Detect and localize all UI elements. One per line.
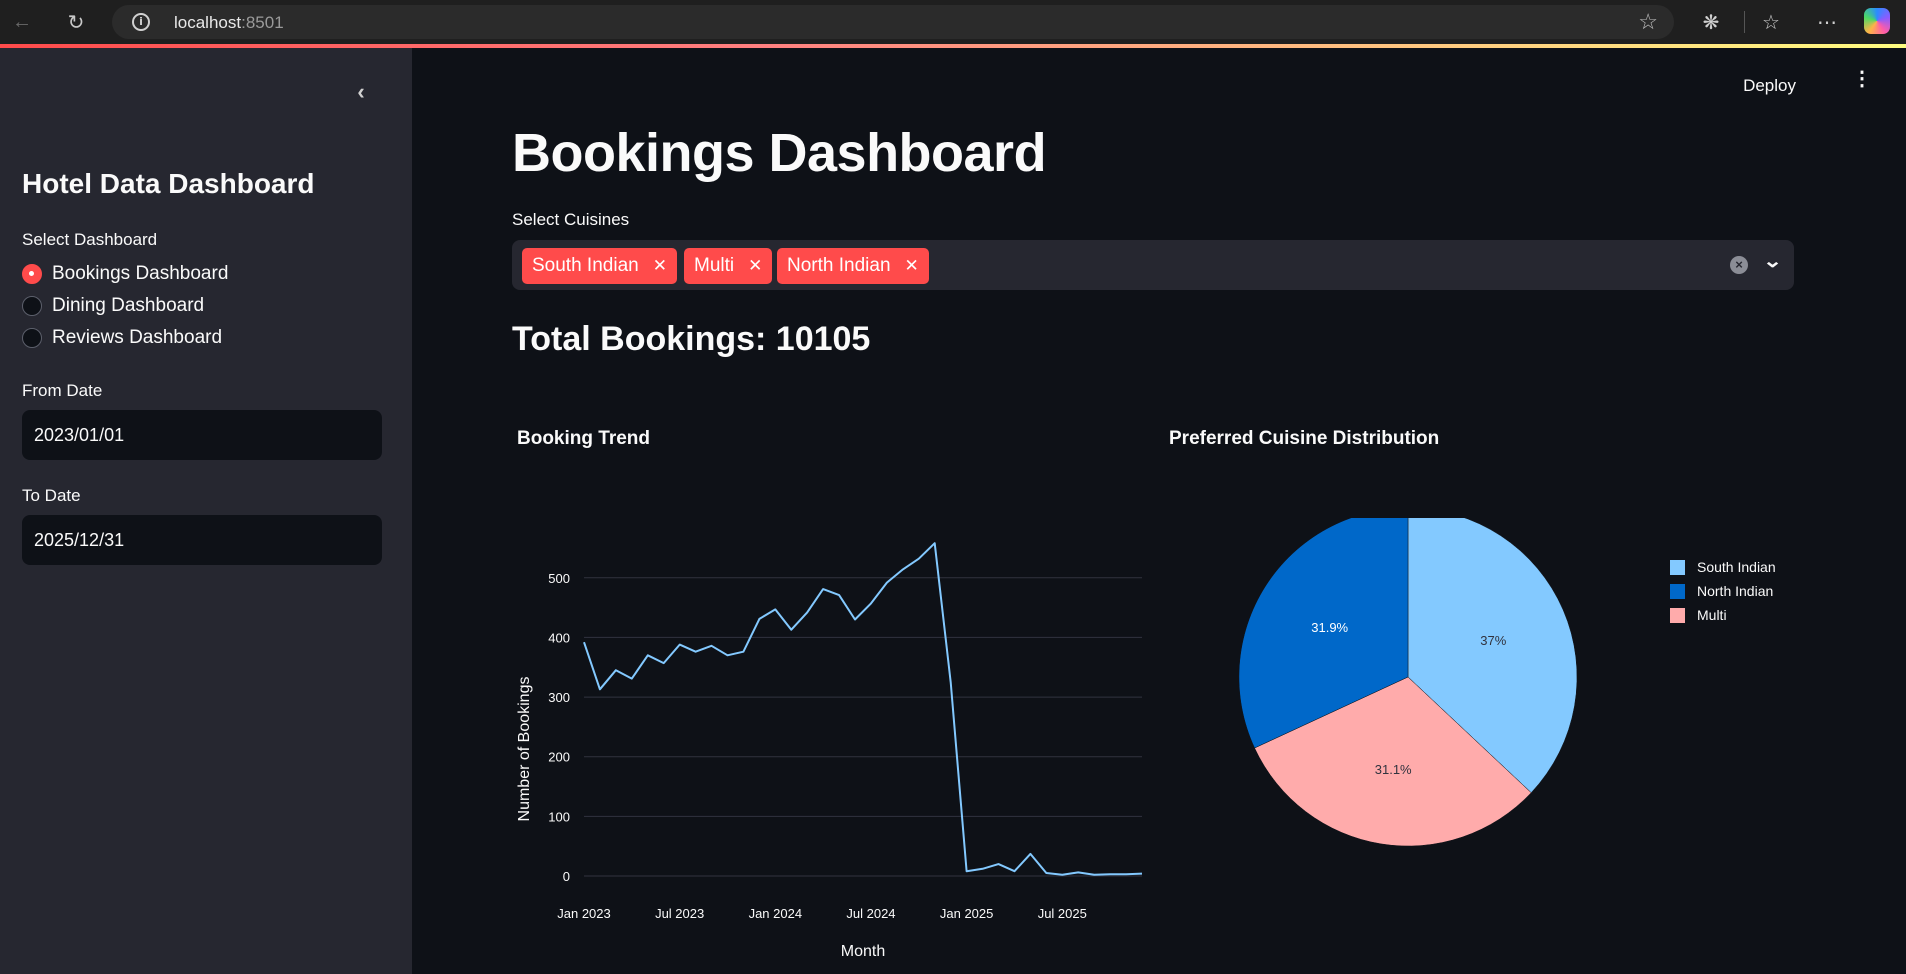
pie-percent-label: 31.9% — [1311, 620, 1348, 635]
favorite-star-icon[interactable]: ☆ — [1638, 9, 1658, 35]
select-cuisines-label: Select Cuisines — [512, 210, 630, 229]
copilot-icon[interactable] — [1864, 8, 1890, 34]
from-date-input[interactable]: 2023/01/01 — [22, 410, 382, 460]
to-date-label: To Date — [22, 486, 81, 505]
sidebar-title: Hotel Data Dashboard — [22, 168, 315, 199]
pie-percent-label: 31.1% — [1375, 762, 1412, 777]
cuisine-distribution-title: Preferred Cuisine Distribution — [1169, 428, 1440, 449]
radio-selected-icon — [22, 264, 42, 284]
radio-label: Reviews Dashboard — [52, 327, 223, 348]
select-dashboard-label: Select Dashboard — [22, 230, 158, 249]
tag-label: North Indian — [787, 255, 891, 276]
y-tick-label: 100 — [548, 809, 570, 824]
x-tick-label: Jan 2025 — [940, 906, 994, 921]
legend-swatch — [1670, 608, 1685, 623]
remove-tag-icon[interactable]: ✕ — [748, 256, 762, 276]
radio-bookings-dashboard[interactable]: Bookings Dashboard — [22, 260, 228, 288]
radio-unselected-icon — [22, 328, 42, 348]
sidebar: ‹ Hotel Data Dashboard Select Dashboard … — [0, 48, 412, 974]
tag-label: Multi — [694, 255, 735, 276]
series-line-bookings — [583, 542, 1143, 876]
total-bookings-heading: Total Bookings: 10105 — [512, 320, 871, 358]
y-tick-label: 0 — [563, 869, 570, 884]
x-tick-label: Jul 2023 — [655, 906, 704, 921]
radio-dining-dashboard[interactable]: Dining Dashboard — [22, 292, 204, 320]
more-menu-icon[interactable]: ⋯ — [1812, 7, 1842, 37]
remove-tag-icon[interactable]: ✕ — [653, 256, 667, 276]
booking-trend-chart[interactable]: 0 100 200 300 400 500 Jan 2023 Jul 2023 Jan 2024… — [512, 518, 1152, 958]
x-axis-label: Month — [841, 943, 885, 958]
reload-icon[interactable]: ↻ — [62, 8, 90, 36]
from-date-label: From Date — [22, 381, 103, 400]
back-icon[interactable]: ← — [8, 8, 36, 36]
x-tick-label: Jan 2024 — [749, 906, 803, 921]
cuisine-pie-chart[interactable]: 37% 31.1% 31.9% South Indian North Indian Mul… — [1152, 518, 1832, 938]
deploy-button[interactable]: Deploy — [1743, 76, 1796, 96]
y-axis-label: Number of Bookings — [516, 677, 533, 822]
cuisine-tag-multi[interactable]: Multi ✕ — [684, 248, 773, 284]
main-content: Deploy ⋮ Bookings Dashboard Select Cuisi… — [412, 48, 1906, 974]
remove-tag-icon[interactable]: ✕ — [905, 256, 919, 276]
legend-label: Multi — [1697, 607, 1727, 623]
x-tick-label: Jul 2025 — [1038, 906, 1087, 921]
legend-label: South Indian — [1697, 559, 1776, 575]
page-title: Bookings Dashboard — [512, 123, 1047, 183]
x-tick-label: Jul 2024 — [846, 906, 895, 921]
radio-unselected-icon — [22, 296, 42, 316]
y-tick-label: 500 — [548, 571, 570, 586]
pie-percent-label: 37% — [1480, 633, 1506, 648]
cuisine-tag-south-indian[interactable]: South Indian ✕ — [522, 248, 677, 284]
toolbar-divider — [1744, 11, 1745, 33]
address-bar[interactable]: i localhost:8501 ☆ — [112, 5, 1674, 39]
site-info-icon[interactable]: i — [132, 13, 150, 31]
chevron-down-icon[interactable]: ⌄ — [1763, 251, 1783, 272]
favorites-icon[interactable]: ☆ — [1756, 7, 1786, 37]
radio-reviews-dashboard[interactable]: Reviews Dashboard — [22, 324, 222, 352]
y-tick-label: 200 — [548, 750, 570, 765]
tag-label: South Indian — [532, 255, 639, 276]
url-text: localhost:8501 — [174, 13, 284, 32]
main-menu-icon[interactable]: ⋮ — [1852, 69, 1872, 98]
legend-swatch — [1670, 584, 1685, 599]
clear-all-icon[interactable]: × — [1730, 256, 1748, 274]
y-tick-label: 300 — [548, 690, 570, 705]
legend-swatch — [1670, 560, 1685, 575]
radio-label: Dining Dashboard — [52, 295, 205, 316]
cuisine-tag-north-indian[interactable]: North Indian ✕ — [777, 248, 929, 284]
browser-toolbar: ← ↻ i localhost:8501 ☆ ❋ ☆ ⋯ — [0, 0, 1906, 44]
collapse-sidebar-icon[interactable]: ‹ — [350, 81, 372, 104]
y-tick-label: 400 — [548, 630, 570, 645]
to-date-input[interactable]: 2025/12/31 — [22, 515, 382, 565]
legend-label: North Indian — [1697, 583, 1773, 599]
booking-trend-title: Booking Trend — [517, 428, 650, 449]
radio-label: Bookings Dashboard — [52, 263, 229, 284]
cuisine-multiselect[interactable]: South Indian ✕ Multi ✕ North Indian ✕ × ⌄ — [512, 240, 1794, 290]
x-tick-label: Jan 2023 — [557, 906, 611, 921]
extensions-icon[interactable]: ❋ — [1696, 7, 1726, 37]
